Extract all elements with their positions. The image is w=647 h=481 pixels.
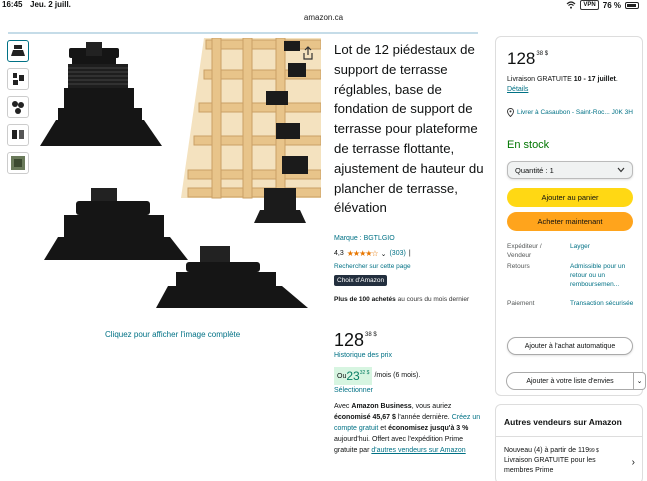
other-sellers-box[interactable]: Autres vendeurs sur Amazon Nouveau (4) à… (495, 404, 643, 481)
battery-icon (625, 1, 639, 9)
rating-row: 4,3 ★★★★☆ ⌄ (303) | (334, 249, 411, 258)
thumbnail-5[interactable] (7, 152, 29, 174)
thumbnail-1[interactable] (7, 40, 29, 62)
pedestal-thumb-icon (13, 73, 24, 85)
other-sellers-header: Autres vendeurs sur Amazon (504, 417, 622, 427)
thumbnail-list (7, 40, 31, 180)
payment-label: Paiement (507, 300, 535, 307)
delivery-location-text: Livrer à Casaubon - Saint-Roc... J0K 3H (517, 109, 633, 116)
address-bar[interactable]: amazon.ca (0, 13, 647, 22)
share-icon[interactable] (302, 46, 314, 60)
wifi-icon (566, 1, 576, 9)
stock-status: En stock (507, 139, 550, 151)
business-year: l'année dernière. (395, 414, 450, 421)
product-title: Lot de 12 piédestaux de support de terra… (334, 42, 484, 216)
quantity-select[interactable]: Quantité : 1 (507, 161, 633, 179)
product-price: 128 38 $ (334, 330, 377, 350)
returns-value-link[interactable]: Admissible pour un retour ou un rembours… (570, 262, 638, 289)
add-to-cart-button[interactable]: Ajouter au panier (507, 188, 633, 207)
monthly-payment: Ou 23 32 $ /mois (6 mois). (334, 367, 420, 385)
buy-now-button[interactable]: Acheter maintenant (507, 212, 633, 231)
pedestal-thumb-icon (11, 45, 25, 56)
page-header-divider (8, 32, 478, 34)
buybox-price: 128 38 $ (507, 49, 548, 68)
monthly-payment-highlight: Ou 23 32 $ (334, 367, 373, 385)
new-offer-price-fraction: 99 $ (589, 448, 599, 454)
battery-level: 76 % (602, 0, 621, 10)
payment-value-link[interactable]: Transaction sécurisée (570, 299, 638, 308)
delivery-prefix: Livraison GRATUITE (507, 76, 574, 83)
wishlist-row: Ajouter à votre liste d'envies ⌄ (506, 372, 646, 390)
thumbnail-2[interactable] (7, 68, 29, 90)
add-to-wishlist-button[interactable]: Ajouter à votre liste d'envies (506, 372, 634, 390)
other-sellers-divider (496, 436, 642, 437)
business-and: et (378, 425, 389, 432)
amazon-choice-badge: Choix d'Amazon (334, 275, 388, 286)
returns-label: Retours (507, 263, 530, 270)
buy-box: 128 38 $ Livraison GRATUITE 10 - 17 juil… (495, 36, 643, 396)
delivery-dates: 10 - 17 juillet (573, 76, 616, 83)
monthly-fraction: 32 $ (359, 370, 370, 376)
bought-count-rest: au cours du mois dernier (395, 296, 470, 303)
shipper-value-link[interactable]: Layger (570, 242, 638, 251)
business-offer: Avec Amazon Business, vous auriez économ… (334, 401, 484, 456)
search-this-page-link[interactable]: Rechercher sur cette page (334, 263, 411, 270)
shipper-label: Expéditeur / Vendeur (507, 243, 542, 259)
chevron-down-icon (617, 167, 625, 173)
thumbnail-3[interactable] (7, 96, 29, 118)
brand-link[interactable]: Marque : BGTLGIO (334, 235, 395, 242)
new-offer-delivery: Livraison GRATUITE pour les membres Prim… (504, 457, 596, 474)
business-today: aujourd'hui. (334, 436, 370, 443)
business-name: Amazon Business (351, 403, 412, 410)
thumbnail-4[interactable] (7, 124, 29, 146)
new-offer-text: Nouveau (4) à partir de (504, 447, 578, 454)
status-indicators: VPN 76 % (566, 0, 639, 10)
view-full-image-link[interactable]: Cliquez pour afficher l'image complète (105, 330, 240, 339)
business-saved: économisé 45,67 $ (334, 414, 396, 421)
other-sellers-link[interactable]: d'autres vendeurs sur Amazon (371, 447, 465, 454)
business-mid: , vous auriez (411, 403, 452, 410)
rating-count-link[interactable]: (303) (389, 250, 405, 257)
product-main-image[interactable] (36, 38, 321, 314)
auto-buy-button[interactable]: Ajouter à l'achat automatique (507, 337, 633, 355)
wishlist-dropdown-chevron-icon[interactable]: ⌄ (634, 372, 646, 390)
price-whole: 128 (334, 330, 365, 350)
select-plan-link[interactable]: Sélectionner (334, 387, 373, 394)
status-time: 16:45 (2, 0, 23, 9)
bought-count-bold: Plus de 100 achetés (334, 296, 396, 303)
monthly-whole: 23 (346, 369, 360, 383)
vpn-badge: VPN (580, 0, 599, 10)
business-save-pct: économisez jusqu'à 3 % (388, 425, 469, 432)
deck-frame-illustration (181, 38, 321, 223)
buybox-price-fraction: 38 $ (536, 51, 549, 57)
rating-separator: | (408, 250, 411, 257)
other-sellers-offer: Nouveau (4) à partir de 11999 $ Livraiso… (504, 446, 626, 476)
medium-pedestal-illustration (44, 188, 188, 260)
price-history-link[interactable]: Historique des prix (334, 352, 392, 359)
delivery-location[interactable]: Livrer à Casaubon - Saint-Roc... J0K 3H (507, 108, 637, 117)
pedestal-thumb-icon (12, 130, 24, 139)
monthly-prefix: Ou (337, 373, 347, 380)
rating-value: 4,3 (334, 250, 344, 257)
quantity-value: Quantité : 1 (515, 165, 554, 175)
delivery-details-link[interactable]: Détails (507, 86, 528, 93)
star-rating-icon[interactable]: ★★★★☆ (347, 249, 379, 258)
price-fraction: 38 $ (365, 332, 377, 338)
bought-count: Plus de 100 achetés au cours du mois der… (334, 295, 484, 305)
delivery-separator: . (615, 76, 618, 83)
tall-pedestal-illustration (40, 42, 162, 146)
business-prefix: Avec (334, 403, 352, 410)
buybox-price-whole: 128 (507, 49, 536, 68)
chevron-right-icon[interactable]: › (632, 457, 635, 468)
status-date: Jeu. 2 juill. (30, 0, 71, 9)
new-offer-price: 119 (577, 447, 590, 454)
chevron-down-icon[interactable]: ⌄ (381, 250, 387, 258)
status-bar: 16:45 Jeu. 2 juill. VPN 76 % (0, 0, 647, 12)
location-pin-icon (507, 108, 514, 117)
pedestal-thumb-icon (11, 156, 25, 170)
delivery-info: Livraison GRATUITE 10 - 17 juillet. Déta… (507, 75, 635, 95)
monthly-terms: /mois (6 mois). (374, 372, 421, 379)
pedestal-thumb-icon (12, 101, 24, 114)
